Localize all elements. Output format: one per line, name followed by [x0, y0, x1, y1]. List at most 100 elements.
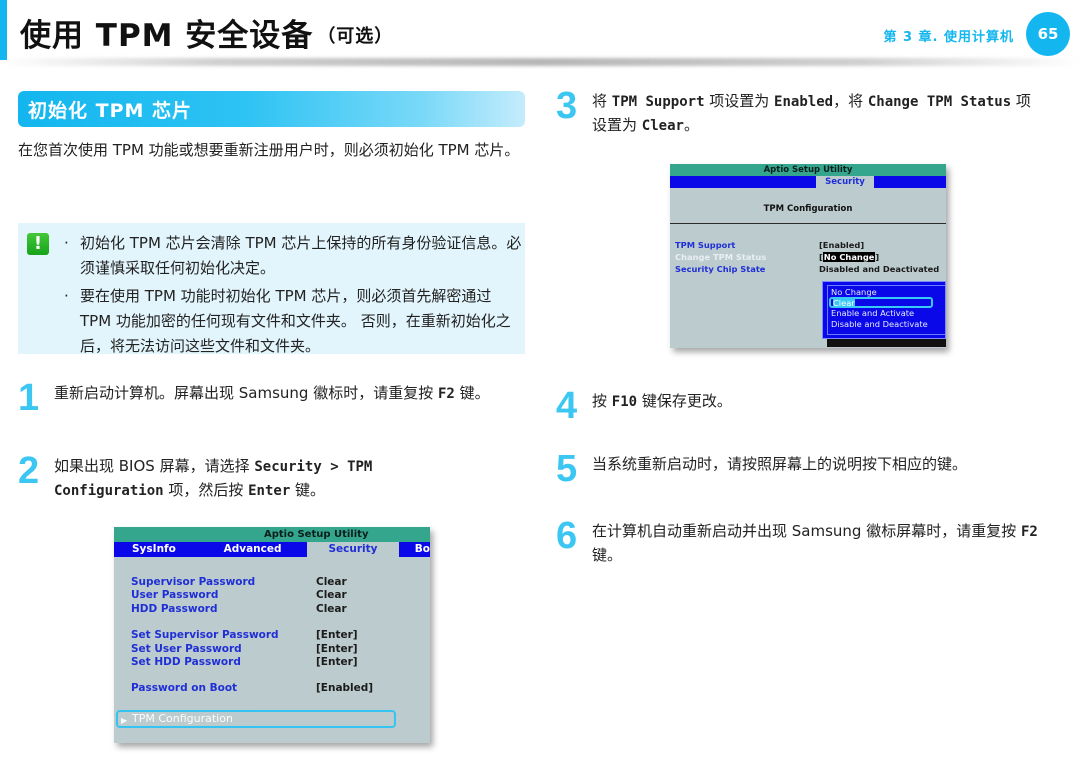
text: 当系统重新启动时，请按照屏幕上的说明按下相应的键。: [592, 455, 968, 473]
bios-tpm-configuration-item: ▶ TPM Configuration: [116, 710, 396, 728]
bios-row: Change TPM Status [No Change]: [675, 251, 945, 263]
step-text: 按 F10 键保存更改。: [592, 390, 1052, 414]
chapter-label: 第 3 章. 使用计算机: [883, 30, 1014, 45]
option-enable-activate: Enable and Activate: [831, 308, 915, 318]
page-title: 使用 TPM 安全设备 （可选）: [20, 10, 393, 55]
setting-value: [No Change]: [819, 251, 879, 263]
step-text: 重新启动计算机。屏幕出现 Samsung 徽标时，请重复按 F2 键。: [54, 382, 529, 406]
bios-tab-sysinfo: SysInfo: [132, 543, 176, 555]
option-label: Clear: [833, 298, 855, 308]
bios-row: TPM Support [Enabled]: [675, 239, 945, 251]
text: 将: [592, 92, 612, 110]
setting-name: TPM Support: [611, 94, 705, 110]
step-text: 在计算机自动重新启动并出现 Samsung 徽标屏幕时，请重复按 F2 键。: [592, 520, 1062, 567]
bios-tab-bar: SysInfo Advanced Security Bo: [114, 542, 430, 557]
setting-label: User Password: [131, 589, 219, 602]
text: 重新启动计算机。屏幕出现 Samsung 徽标时，请重复按: [54, 384, 438, 402]
popup-shadow: [827, 339, 946, 347]
setting-label: Security Chip State: [675, 264, 766, 274]
text: 。: [683, 116, 699, 134]
bios-settings-list: Supervisor Password Clear User Password Cl…: [131, 576, 421, 696]
bios-tab-advanced: Advanced: [223, 543, 282, 555]
triangle-right-icon: ▶: [121, 716, 128, 725]
selected-value: No Change: [822, 252, 876, 262]
bios-row: Security Chip State Disabled and Deactiva…: [675, 263, 945, 275]
bullet: ·: [64, 287, 69, 305]
text: 键保存更改。: [637, 392, 732, 410]
bios-settings-list: TPM Support [Enabled] Change TPM Status [N…: [675, 239, 945, 275]
bios-row: Supervisor Password Clear: [131, 576, 421, 589]
setting-value: [Enter]: [316, 629, 358, 642]
bullet: ·: [64, 234, 69, 252]
bios-row: Password on Boot [Enabled]: [131, 682, 421, 695]
text: 项，然后按: [163, 481, 249, 499]
caution-note-box: ! · 初始化 TPM 芯片会清除 TPM 芯片上保持的所有身份验证信息。必须谨慎…: [18, 223, 525, 355]
setting-value: Clear: [641, 118, 684, 134]
setting-label: Password on Boot: [131, 682, 238, 695]
bios-row: Set HDD Password [Enter]: [131, 656, 421, 669]
setting-label: Set Supervisor Password: [131, 629, 279, 642]
step-number: 5: [556, 448, 578, 490]
bios-tab-security: Security: [307, 542, 399, 557]
text: 如果出现 BIOS 屏幕，请选择: [54, 457, 255, 475]
step-text: 当系统重新启动时，请按照屏幕上的说明按下相应的键。: [592, 453, 1062, 476]
text: 项设置为: [704, 92, 775, 110]
step-text: 如果出现 BIOS 屏幕，请选择 Security > TPM Configur…: [54, 455, 444, 503]
bios-tpm-configuration-screenshot: Aptio Setup Utility Security TPM Configu…: [670, 164, 946, 348]
page-title-suffix: （可选）: [317, 26, 394, 47]
key-name: F2: [1020, 524, 1038, 540]
bios-row: User Password Clear: [131, 589, 421, 602]
setting-value: Clear: [316, 576, 347, 588]
setting-name: Change TPM Status: [867, 94, 1012, 110]
intro-paragraph: 在您首次使用 TPM 功能或想要重新注册用户时，则必须初始化 TPM 芯片。: [18, 141, 520, 159]
header-divider: [0, 58, 1080, 66]
caution-list: · 初始化 TPM 芯片会清除 TPM 芯片上保持的所有身份验证信息。必须谨慎采取…: [62, 231, 522, 362]
bios-title-bar: Aptio Setup Utility: [670, 164, 946, 176]
bios-title-bar: Aptio Setup Utility: [114, 527, 430, 542]
option-disable-deactivate: Disable and Deactivate: [831, 319, 928, 329]
key-name: Enter: [248, 483, 291, 499]
setting-value: Disabled and Deactivated: [819, 264, 940, 274]
page-number-badge: 65: [1026, 12, 1070, 56]
page-title-text: 使用 TPM 安全设备: [20, 18, 314, 54]
step-number: 3: [556, 85, 578, 127]
bios-tab-boot: Bo: [414, 543, 430, 555]
option-no-change: No Change: [831, 287, 877, 297]
step-number: 6: [556, 515, 578, 557]
section-heading-bar: 初始化 TPM 芯片: [18, 91, 525, 127]
bracket: ]: [875, 252, 880, 262]
step-text: 将 TPM Support 项设置为 Enabled，将 Change TPM …: [592, 90, 1032, 138]
exclamation-icon: !: [27, 233, 49, 255]
key-name: F2: [437, 386, 455, 402]
setting-value: [Enter]: [316, 655, 358, 668]
caution-item-text: 初始化 TPM 芯片会清除 TPM 芯片上保持的所有身份验证信息。必须谨慎采取任…: [80, 234, 522, 277]
caution-item: · 初始化 TPM 芯片会清除 TPM 芯片上保持的所有身份验证信息。必须谨慎采取…: [62, 231, 522, 281]
text: 在计算机自动重新启动并出现 Samsung 徽标屏幕时，请重复按: [592, 522, 1021, 540]
caution-item-text: 要在使用 TPM 功能时初始化 TPM 芯片，则必须首先解密通过 TPM 功能加…: [80, 287, 511, 355]
step-number: 2: [18, 450, 40, 492]
text: 键。: [454, 384, 490, 402]
setting-label: Set HDD Password: [131, 655, 241, 668]
step-number: 4: [556, 385, 578, 427]
setting-value: [Enter]: [316, 642, 358, 655]
section-title: 初始化 TPM 芯片: [28, 100, 193, 122]
setting-label: HDD Password: [131, 602, 218, 615]
bios-row: HDD Password Clear: [131, 603, 421, 616]
text: 按: [592, 392, 612, 410]
option-clear: Clear: [829, 297, 933, 308]
bios-tab-bar: Security: [670, 176, 946, 188]
caution-item: · 要在使用 TPM 功能时初始化 TPM 芯片，则必须首先解密通过 TPM 功能…: [62, 284, 522, 359]
item-label: TPM Configuration: [132, 712, 233, 725]
step-number: 1: [18, 377, 40, 419]
bios-page-heading: TPM Configuration: [670, 194, 946, 224]
setting-value: Clear: [316, 589, 347, 602]
bios-options-popup: No Change Clear Enable and Activate Disa…: [822, 281, 946, 339]
header-accent-bar: [0, 0, 7, 60]
bios-tab-security: Security: [816, 176, 874, 188]
text: ，将: [833, 92, 868, 110]
setting-value: Clear: [316, 602, 347, 615]
text: 键。: [290, 481, 326, 499]
key-name: F10: [611, 394, 638, 410]
